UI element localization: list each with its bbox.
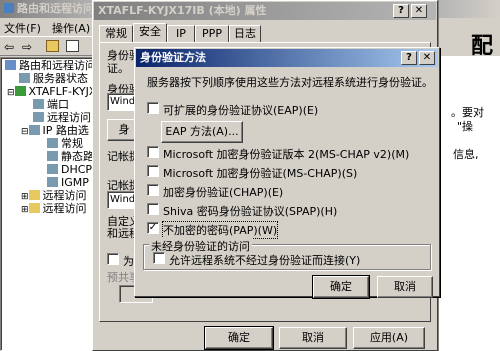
mschapv2-checkbox[interactable]: [147, 146, 159, 158]
tree-item-dhcp[interactable]: DHCP: [47, 164, 92, 176]
unauth-checkbox[interactable]: [153, 252, 165, 264]
auth-methods-dialog: 身份验证方法 ? ✕ 服务器按下列顺序使用这些方法对远程系统进行身份验证。 可扩…: [134, 47, 440, 299]
policy-icon: [28, 190, 40, 200]
app-icon: [4, 3, 14, 13]
right-pane-heading: 配: [471, 34, 494, 59]
tree-item-remote-clients[interactable]: 远程访问: [33, 112, 91, 124]
mschap-label[interactable]: Microsoft 加密身份验证(MS-CHAP)(S): [163, 165, 357, 181]
igmp-icon: [47, 177, 58, 187]
routing-icon: [28, 125, 40, 135]
tree-item-remote-logging[interactable]: ⊞ 远程访问: [21, 203, 87, 216]
ports-icon: [33, 99, 44, 109]
tree-item-root[interactable]: 路由和远程访问: [5, 60, 96, 72]
main-title-text: 路由和远程访问: [17, 2, 94, 15]
tree-item-general[interactable]: 常规: [47, 138, 83, 150]
tree-item-remote-policy[interactable]: ⊞ 远程访问: [21, 190, 87, 203]
help-button[interactable]: ?: [393, 4, 409, 18]
properties-title: XTAFLF-KYJX17IB (本地) 属性: [98, 4, 267, 17]
server-icon: [19, 73, 30, 83]
spap-label[interactable]: Shiva 密码身份验证协议(SPAP)(H): [163, 203, 337, 219]
help-button[interactable]: ?: [401, 51, 417, 65]
properties-cancel-button[interactable]: 取消: [279, 327, 347, 349]
properties-apply-button[interactable]: 应用(A): [353, 327, 425, 349]
chap-checkbox[interactable]: [147, 184, 159, 196]
close-button[interactable]: ✕: [419, 51, 435, 65]
spap-checkbox[interactable]: [147, 203, 159, 215]
main-right-pane: 配 。要对 "操 信息,: [438, 0, 500, 351]
auth-description: 服务器按下列顺序使用这些方法对远程系统进行身份验证。: [147, 76, 433, 89]
dhcp-icon: [47, 164, 58, 174]
menu-bar: 文件(F) 操作(A): [0, 18, 100, 36]
tab-ip[interactable]: IP: [167, 25, 195, 43]
properties-title-bar: XTAFLF-KYJX17IB (本地) 属性: [94, 2, 436, 20]
auth-cancel-button[interactable]: 取消: [377, 276, 433, 298]
auth-ok-button[interactable]: 确定: [312, 275, 370, 299]
general-icon: [47, 138, 58, 148]
clients-icon: [33, 112, 44, 122]
tree-item-ip-routing[interactable]: ⊟ IP 路由选: [21, 125, 89, 138]
tree-item-igmp[interactable]: IGMP: [47, 177, 89, 189]
pap-label[interactable]: 不加密的密码(PAP)(W): [161, 221, 279, 239]
right-pane-text-2: "操: [457, 120, 474, 133]
forward-arrow-icon[interactable]: ⇨: [22, 40, 32, 54]
mschapv2-label[interactable]: Microsoft 加密身份验证版本 2(MS-CHAP v2)(M): [163, 146, 409, 162]
tab-general[interactable]: 常规: [99, 25, 133, 43]
properties-ok-button[interactable]: 确定: [204, 326, 274, 350]
route-icon: [47, 151, 58, 161]
checkmark-icon: ✓: [148, 222, 158, 233]
partial-label-2: 证。: [107, 62, 129, 75]
tab-log[interactable]: 日志: [229, 25, 261, 43]
pap-checkbox[interactable]: ✓: [147, 222, 159, 234]
auth-dialog-title: 身份验证方法: [140, 51, 206, 64]
server-group-icon: [5, 60, 16, 70]
tree-item-ports[interactable]: 端口: [33, 99, 69, 111]
tab-ppp[interactable]: PPP: [195, 25, 229, 43]
chap-label[interactable]: 加密身份验证(CHAP)(E): [163, 184, 283, 200]
tree-item-server-status[interactable]: 服务器状态: [19, 73, 88, 85]
mschap-checkbox[interactable]: [147, 165, 159, 177]
main-window: 路由和远程访问 文件(F) 操作(A) ⇦ ⇨ 路由和远程访问 服务器状态 ⊟ X…: [0, 0, 103, 351]
tree-item-static-routes[interactable]: 静态路: [47, 151, 94, 163]
right-pane-text-3: 信息,: [453, 148, 479, 161]
menu-file[interactable]: 文件(F): [4, 20, 41, 36]
unauth-label[interactable]: 允许远程系统不经过身份验证而连接(Y): [169, 252, 360, 268]
partial-label-8: 为: [123, 255, 134, 268]
tab-security[interactable]: 安全: [133, 23, 167, 43]
auth-dialog-title-bar: 身份验证方法: [136, 49, 438, 67]
console-tree-icon[interactable]: [66, 40, 79, 52]
logging-icon: [28, 203, 40, 213]
eap-label[interactable]: 可扩展的身份验证协议(EAP)(E): [163, 102, 318, 118]
toolbar: ⇦ ⇨: [0, 36, 100, 56]
main-window-title: 路由和远程访问: [0, 0, 100, 18]
eap-checkbox[interactable]: [147, 102, 159, 114]
close-button[interactable]: ✕: [411, 4, 427, 18]
tree-pane: 路由和远程访问 服务器状态 ⊟ XTAFLF-KYJX1 端口 远程访问 ⊟ IP …: [0, 57, 103, 351]
menu-action[interactable]: 操作(A): [52, 20, 90, 36]
tree-item-server[interactable]: ⊟ XTAFLF-KYJX1: [7, 86, 103, 99]
server-icon: [14, 86, 26, 96]
back-arrow-icon[interactable]: ⇦: [4, 40, 14, 54]
up-folder-icon[interactable]: [46, 40, 59, 52]
eap-methods-button[interactable]: EAP 方法(A)...: [161, 121, 243, 143]
ipsec-checkbox[interactable]: [107, 253, 119, 265]
